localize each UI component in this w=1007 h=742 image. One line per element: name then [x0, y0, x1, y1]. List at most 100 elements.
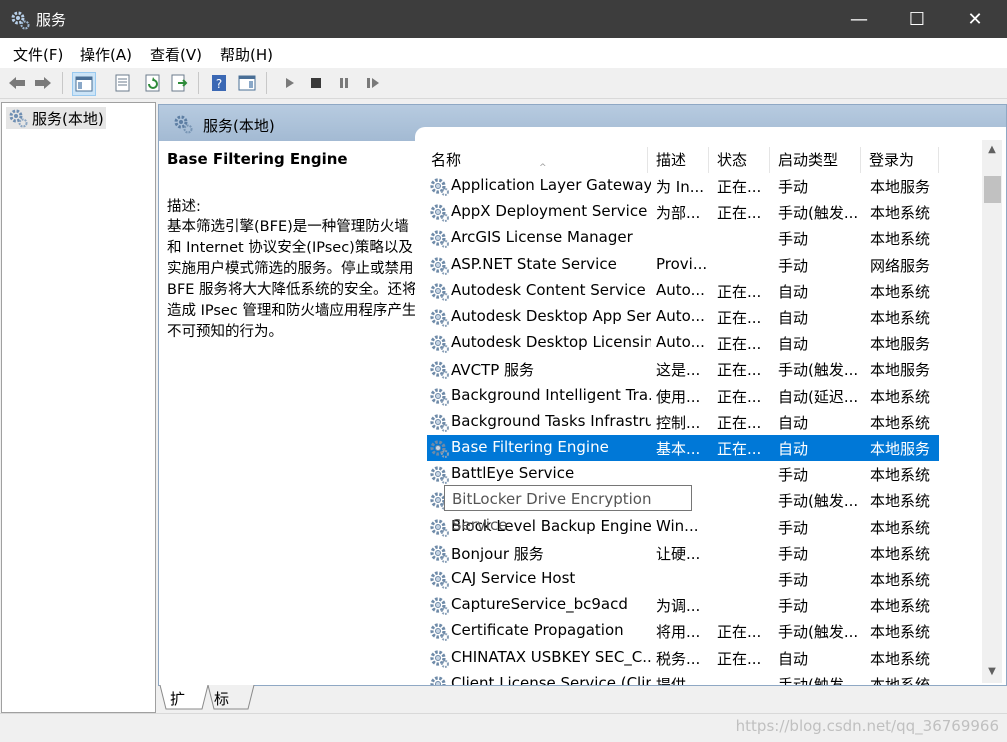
minimize-button[interactable]: —	[830, 0, 888, 38]
service-row[interactable]: AVCTP 服务 这是... 正在... 手动(触发... 本地服务	[427, 356, 939, 382]
menu-bar: 文件(F) 操作(A) 查看(V) 帮助(H)	[0, 38, 1007, 68]
service-gear-icon	[429, 569, 449, 589]
service-row[interactable]: AppX Deployment Service ... 为部... 正在... 手动(…	[427, 199, 939, 225]
scroll-up-icon[interactable]: ▲	[982, 144, 1002, 155]
forward-button[interactable]	[32, 72, 54, 94]
service-startup-type: 手动	[778, 256, 809, 275]
tree-node-services-local[interactable]: 服务(本地)	[6, 107, 106, 129]
service-row[interactable]: BattlEye Service 手动 本地系统	[427, 461, 939, 487]
column-header-name[interactable]: 名称 ^	[423, 147, 648, 173]
scrollbar-thumb[interactable]	[984, 176, 1001, 203]
help-button[interactable]: ?	[208, 72, 230, 94]
tree-node-label: 服务(本地)	[32, 109, 104, 128]
service-logon-as: 本地系统	[870, 544, 931, 563]
service-logon-as: 本地系统	[870, 571, 931, 589]
service-name: ArcGIS License Manager	[451, 228, 633, 247]
console-tree: 服务(本地)	[1, 102, 156, 713]
service-gear-icon	[429, 333, 449, 354]
service-gear-icon	[429, 595, 449, 616]
service-logon-as: 本地服务	[870, 178, 931, 196]
toolbar-separator	[62, 72, 63, 94]
service-row[interactable]: ASP.NET State Service Provi... 手动 网络服务	[427, 252, 939, 278]
service-row[interactable]: Autodesk Desktop Licensin... Auto... 正在...…	[427, 330, 939, 356]
service-row[interactable]: Background Intelligent Tra... 使用... 正在... 自…	[427, 383, 939, 409]
main-header-title: 服务(本地)	[203, 117, 275, 135]
menu-file[interactable]: 文件(F)	[13, 44, 63, 65]
service-gear-icon	[429, 412, 449, 432]
vertical-scrollbar[interactable]: ▲ ▼	[982, 140, 1002, 683]
service-gear-icon	[429, 517, 449, 537]
service-status: 正在...	[717, 440, 762, 458]
service-startup-type: 自动	[778, 413, 809, 432]
service-row[interactable]: Bonjour 服务 让硬... 手动 本地系统	[427, 540, 939, 566]
pause-service-button[interactable]	[333, 72, 355, 94]
forward-arrow-icon	[35, 77, 51, 89]
menu-action[interactable]: 操作(A)	[80, 44, 132, 65]
stop-service-button[interactable]	[305, 72, 327, 94]
menu-view[interactable]: 查看(V)	[150, 44, 202, 65]
column-header-description[interactable]: 描述	[648, 147, 709, 173]
service-name: BattlEye Service	[451, 464, 575, 483]
menu-help[interactable]: 帮助(H)	[220, 44, 273, 65]
stop-icon	[311, 78, 321, 88]
show-action-pane-button[interactable]	[236, 72, 258, 94]
tab-extended[interactable]: 扩展	[170, 687, 185, 732]
service-name: AppX Deployment Service ...	[451, 202, 651, 221]
service-row[interactable]: Base Filtering Engine 基本... 正在... 自动 本地服务	[427, 435, 939, 461]
service-gear-icon	[429, 386, 449, 406]
service-gear-icon	[429, 674, 449, 685]
tab-standard[interactable]: 标准	[214, 687, 229, 732]
service-row[interactable]: Autodesk Desktop App Ser... Auto... 正在... 自…	[427, 304, 939, 330]
service-name: Autodesk Desktop Licensin...	[451, 333, 651, 352]
scroll-down-icon[interactable]: ▼	[982, 666, 1002, 677]
service-name: Autodesk Content Service	[451, 280, 646, 299]
service-description: 基本...	[656, 440, 701, 458]
maximize-button[interactable]: ☐	[888, 0, 946, 38]
start-service-button[interactable]	[278, 72, 300, 94]
restart-icon	[367, 78, 379, 88]
description-label: 描述:	[167, 199, 201, 215]
service-row[interactable]: Application Layer Gateway ... 为 In... 正在..…	[427, 173, 939, 199]
service-row[interactable]: Background Tasks Infrastru... 控制... 正在... 自…	[427, 409, 939, 435]
service-startup-type: 手动	[778, 466, 809, 485]
service-name: Bonjour 服务	[451, 544, 544, 563]
service-row[interactable]: Certificate Propagation 将用... 正在... 手动(触发..…	[427, 618, 939, 644]
service-row[interactable]: CaptureService_bc9acd 为调... 手动 本地系统	[427, 592, 939, 618]
service-status: 正在...	[717, 282, 762, 301]
column-header-startup-type[interactable]: 启动类型	[770, 147, 861, 173]
close-button[interactable]: ✕	[946, 0, 1004, 38]
properties-icon	[115, 74, 130, 92]
column-header-status[interactable]: 状态	[709, 147, 770, 173]
export-list-button[interactable]	[168, 72, 190, 94]
services-gear-icon	[173, 114, 193, 138]
service-logon-as: 网络服务	[870, 256, 931, 275]
service-startup-type: 自动	[778, 282, 809, 301]
toolbar-separator	[198, 72, 199, 94]
service-row[interactable]: CAJ Service Host 手动 本地系统	[427, 566, 939, 592]
service-status: 正在...	[717, 361, 762, 380]
service-name: Application Layer Gateway ...	[451, 176, 651, 194]
properties-button[interactable]	[112, 72, 134, 94]
service-logon-as: 本地系统	[870, 466, 931, 485]
service-name: Background Intelligent Tra...	[451, 385, 651, 404]
service-startup-type: 手动(触发...	[778, 204, 859, 223]
service-row[interactable]: ArcGIS License Manager 手动 本地系统	[427, 225, 939, 251]
service-row[interactable]: CHINATAX USBKEY SEC_C... 税务... 正在... 自动 本地系统	[427, 645, 939, 671]
service-row[interactable]: Client License Service (Clip... 提供... 手动(触…	[427, 671, 939, 685]
service-logon-as: 本地系统	[870, 675, 931, 685]
service-description: Auto...	[656, 333, 705, 352]
service-logon-as: 本地系统	[870, 623, 931, 642]
service-startup-type: 手动(触发...	[778, 492, 859, 511]
toolbar: ?	[0, 68, 1007, 99]
back-button[interactable]	[6, 72, 28, 94]
selected-service-name: Base Filtering Engine	[167, 150, 348, 168]
service-logon-as: 本地系统	[870, 413, 931, 432]
service-row[interactable]: Autodesk Content Service Auto... 正在... 自动 本地…	[427, 278, 939, 304]
refresh-button[interactable]	[142, 72, 164, 94]
service-name: CHINATAX USBKEY SEC_C...	[451, 647, 651, 666]
show-hide-tree-button[interactable]	[72, 72, 96, 96]
title-bar: 服务 — ☐ ✕	[0, 0, 1007, 38]
restart-service-button[interactable]	[362, 72, 384, 94]
service-status: 正在...	[717, 623, 762, 642]
column-header-logon-as[interactable]: 登录为	[861, 147, 939, 173]
